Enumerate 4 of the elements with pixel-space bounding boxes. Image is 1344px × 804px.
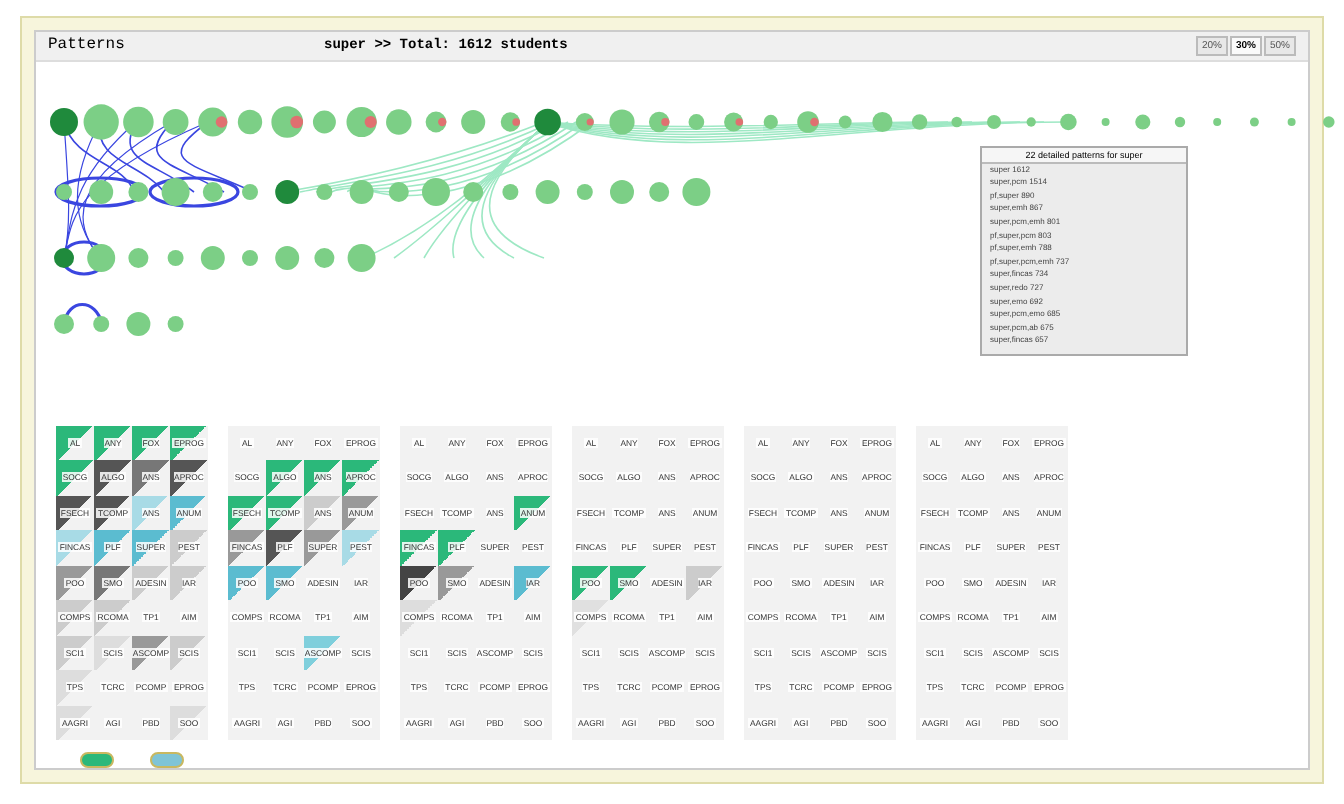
toggle-button[interactable] <box>80 752 114 768</box>
node-circles[interactable] <box>50 103 1335 336</box>
window-title: Patterns <box>48 36 127 55</box>
toggle-button[interactable] <box>150 752 184 768</box>
